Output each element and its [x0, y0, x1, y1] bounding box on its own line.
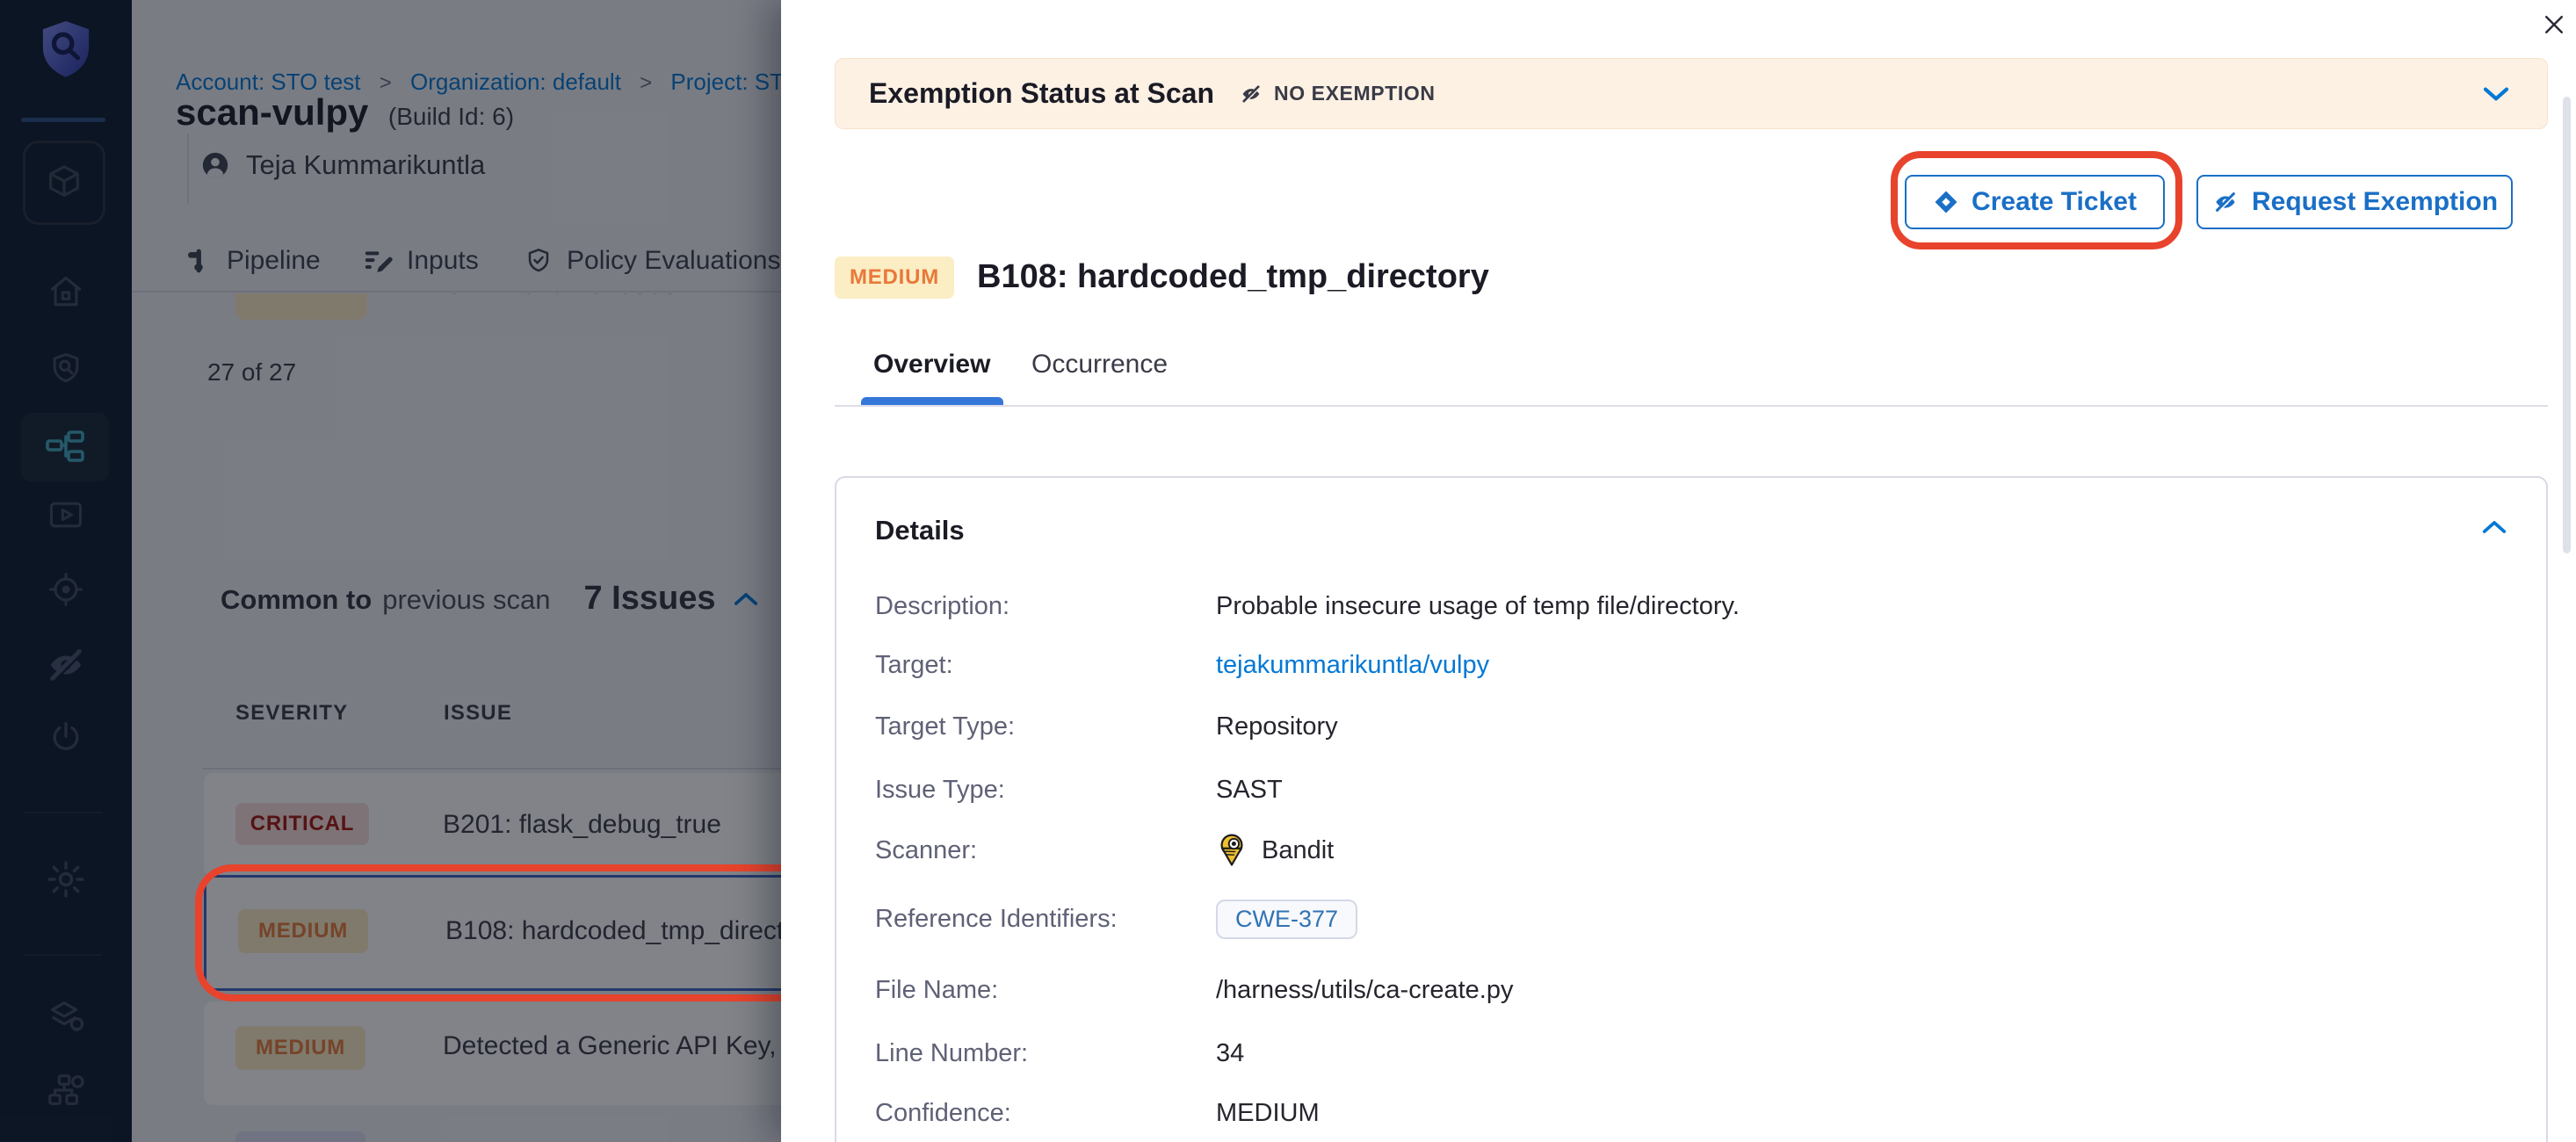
details-heading: Details — [875, 515, 965, 546]
banner-status-label: NO EXEMPTION — [1274, 82, 1436, 105]
annotation-circle-create-ticket — [1891, 151, 2182, 249]
details-card: Details Description: Probable insecure u… — [835, 476, 2548, 1142]
divider — [835, 405, 2548, 407]
field-label: Confidence: — [875, 1099, 1011, 1128]
field-value: SAST — [1216, 776, 1283, 805]
app-root: Account: STO test > Organization: defaul… — [0, 0, 2576, 1142]
eye-slash-icon — [1239, 82, 1263, 106]
detail-row-line-number: Line Number: 34 — [875, 1034, 1028, 1073]
cwe-chip[interactable]: CWE-377 — [1216, 900, 1357, 939]
request-exemption-label: Request Exemption — [2252, 187, 2498, 217]
close-icon[interactable] — [2535, 5, 2573, 44]
request-exemption-button[interactable]: Request Exemption — [2196, 175, 2513, 229]
field-value: CWE-377 — [1216, 900, 1357, 939]
tab-occurrence[interactable]: Occurrence — [1031, 350, 1168, 379]
field-label: Scanner: — [875, 836, 977, 865]
field-value: /harness/utils/ca-create.py — [1216, 976, 1513, 1005]
detail-row-description: Description: Probable insecure usage of … — [875, 587, 1009, 625]
field-label: Target Type: — [875, 712, 1015, 741]
scanner-value: Bandit — [1216, 832, 1334, 869]
field-label: File Name: — [875, 976, 998, 1005]
eye-slash-icon — [2211, 188, 2240, 216]
field-label: Issue Type: — [875, 776, 1005, 805]
field-value: 34 — [1216, 1039, 1244, 1068]
exemption-status-banner[interactable]: Exemption Status at Scan NO EXEMPTION — [835, 58, 2548, 129]
detail-row-target: Target: tejakummarikuntla/vulpy — [875, 646, 953, 684]
annotation-circle-selected-row — [195, 864, 821, 1001]
issue-detail-panel: Exemption Status at Scan NO EXEMPTION — [781, 0, 2576, 1142]
issue-title-heading: B108: hardcoded_tmp_directory — [977, 258, 1489, 296]
field-value: MEDIUM — [1216, 1099, 1320, 1128]
bandit-scanner-icon — [1216, 832, 1248, 869]
field-label: Line Number: — [875, 1039, 1028, 1068]
detail-row-target-type: Target Type: Repository — [875, 707, 1015, 746]
field-value: Repository — [1216, 712, 1338, 741]
chevron-up-icon[interactable] — [2481, 518, 2507, 536]
panel-scrollbar[interactable] — [2563, 97, 2571, 553]
target-link[interactable]: tejakummarikuntla/vulpy — [1216, 651, 1489, 680]
field-label: Reference Identifiers: — [875, 905, 1118, 934]
detail-row-issue-type: Issue Type: SAST — [875, 770, 1005, 809]
banner-title: Exemption Status at Scan — [869, 77, 1214, 110]
field-label: Description: — [875, 592, 1009, 621]
detail-row-confidence: Confidence: MEDIUM — [875, 1094, 1011, 1132]
tab-overview[interactable]: Overview — [873, 350, 990, 379]
chevron-down-icon[interactable] — [2482, 84, 2510, 104]
field-value: Probable insecure usage of temp file/dir… — [1216, 592, 1740, 621]
exemption-status: NO EXEMPTION — [1239, 82, 1436, 106]
detail-row-scanner: Scanner: Bandit — [875, 831, 977, 870]
severity-badge: MEDIUM — [835, 257, 954, 299]
field-label: Target: — [875, 651, 953, 680]
detail-row-file-name: File Name: /harness/utils/ca-create.py — [875, 971, 998, 1009]
scanner-name: Bandit — [1262, 836, 1334, 865]
detail-row-reference-identifiers: Reference Identifiers: CWE-377 — [875, 900, 1118, 938]
